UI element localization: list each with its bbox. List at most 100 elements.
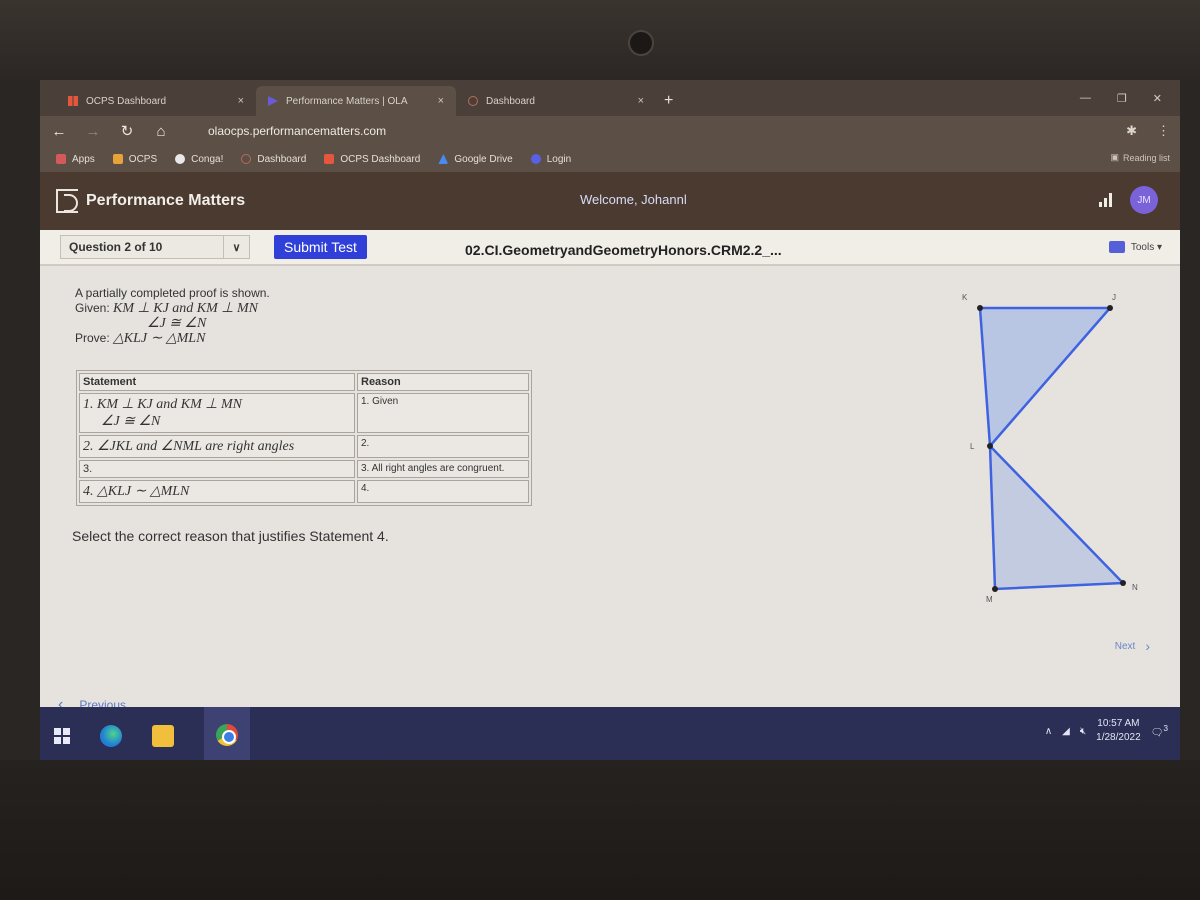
laptop-bezel-bottom: [0, 760, 1200, 900]
user-avatar[interactable]: JM: [1130, 186, 1158, 214]
windows-start-icon[interactable]: [54, 728, 70, 744]
show-hidden-icons-icon[interactable]: ∧: [1045, 726, 1052, 737]
label-l: L: [970, 442, 975, 451]
laptop-bezel-top: [0, 0, 1200, 80]
instruction-text: Select the correct reason that justifies…: [72, 528, 389, 544]
menu-icon[interactable]: ⋮: [1157, 123, 1170, 139]
tab-performance-matters[interactable]: Performance Matters | OLA ×: [256, 86, 456, 116]
proof-row: 3. 3. All right angles are congruent.: [79, 460, 529, 478]
chrome-taskbar-item[interactable]: [204, 707, 250, 765]
bookmark-google-drive[interactable]: Google Drive: [438, 153, 513, 165]
chevron-right-icon: ›: [1145, 638, 1150, 654]
close-tab-icon[interactable]: ×: [638, 95, 644, 107]
label-m: M: [986, 595, 993, 604]
screen: OCPS Dashboard × Performance Matters | O…: [40, 80, 1180, 765]
tab-ocps-dashboard[interactable]: OCPS Dashboard ×: [56, 86, 256, 116]
given-label: Given:: [75, 301, 110, 315]
next-button[interactable]: Next ›: [1115, 638, 1150, 654]
wifi-icon[interactable]: ◢: [1062, 726, 1070, 737]
address-bar[interactable]: olaocps.performancematters.com: [186, 120, 1110, 142]
proof-table-header: Statement Reason: [79, 373, 529, 391]
home-icon[interactable]: ⌂: [152, 123, 170, 140]
label-k: K: [962, 293, 968, 302]
welcome-message: Welcome, Johannl: [580, 192, 687, 207]
brand-name: Performance Matters: [86, 192, 246, 209]
proof-row: 4. △KLJ ∼ △MLN 4.: [79, 480, 529, 503]
bookmark-label: Apps: [72, 153, 95, 165]
webcam: [628, 30, 654, 56]
tab-label: OCPS Dashboard: [86, 95, 167, 107]
reason-cell: 1. Given: [357, 393, 529, 433]
reason-cell: 3. All right angles are congruent.: [357, 460, 529, 478]
bookmark-label: Login: [546, 153, 572, 165]
tab-dashboard[interactable]: Dashboard ×: [456, 86, 656, 116]
label-n: N: [1132, 583, 1138, 592]
chrome-icon: [216, 723, 238, 746]
bookmark-conga[interactable]: Conga!: [175, 154, 223, 165]
grid-icon: [68, 96, 78, 106]
tools-label: Tools ▾: [1130, 241, 1162, 253]
statement-subtext: ∠J ≅ ∠N: [101, 414, 161, 429]
prove-statement: △KLJ ∼ △MLN: [113, 331, 206, 346]
extensions-icon[interactable]: ✱: [1126, 123, 1137, 139]
signal-bars-icon[interactable]: [1099, 193, 1112, 207]
clock-date: 1/28/2022: [1096, 732, 1141, 743]
reload-icon[interactable]: ↻: [118, 122, 136, 140]
bookmark-login[interactable]: Login: [530, 153, 572, 165]
tools-menu[interactable]: Tools ▾: [1108, 241, 1162, 253]
minimize-icon[interactable]: —: [1080, 92, 1091, 105]
app-logo: Performance Matters: [56, 189, 245, 213]
submit-test-button[interactable]: Submit Test: [274, 235, 367, 259]
statement-header: Statement: [79, 373, 355, 391]
login-icon: [530, 154, 541, 164]
question-nav-bar: Question 2 of 10 ∨ Submit Test 02.CI.Geo…: [40, 230, 1180, 266]
proof-row: 2. ∠JKL and ∠NML are right angles 2.: [79, 435, 529, 458]
new-tab-button[interactable]: +: [664, 92, 673, 110]
bookmark-apps[interactable]: Apps: [56, 154, 95, 165]
back-icon[interactable]: ←: [50, 123, 68, 140]
geometry-diagram: K J L M N: [962, 293, 1138, 604]
reason-header: Reason: [357, 373, 529, 391]
label-j: J: [1112, 293, 1116, 302]
given-angles: ∠J ≅ ∠N: [147, 316, 207, 331]
given-line: Given: KM ⊥ KJ and KM ⊥ MN: [75, 301, 270, 316]
globe-icon: [175, 154, 186, 164]
bookmark-label: Conga!: [191, 153, 224, 165]
statement-cell: 2. ∠JKL and ∠NML are right angles: [79, 435, 355, 458]
apps-grid-icon: [56, 154, 66, 164]
prove-label: Prove:: [75, 331, 110, 345]
close-tab-icon[interactable]: ×: [438, 95, 444, 107]
edge-browser-icon[interactable]: [100, 725, 122, 747]
reading-list-label: Reading list: [1122, 152, 1170, 163]
close-window-icon[interactable]: ✕: [1153, 92, 1162, 105]
statement-text: 1. KM ⊥ KJ and KM ⊥ MN: [83, 397, 242, 412]
reading-list-button[interactable]: ▣ Reading list: [1110, 152, 1170, 163]
file-explorer-icon[interactable]: [152, 725, 174, 747]
question-selector-label: Question 2 of 10: [69, 240, 163, 254]
close-tab-icon[interactable]: ×: [238, 95, 244, 107]
system-clock[interactable]: 10:57 AM 1/28/2022: [1096, 717, 1141, 745]
app-header: Performance Matters Welcome, Johannl JM: [40, 172, 1180, 230]
performance-matters-logo-icon: [56, 189, 78, 213]
question-content: A partially completed proof is shown. Gi…: [40, 266, 1180, 713]
notifications-icon[interactable]: 🗨︎3: [1151, 723, 1168, 738]
bookmark-dashboard[interactable]: Dashboard: [241, 154, 306, 165]
bookmark-ocps[interactable]: OCPS: [112, 154, 157, 165]
volume-muted-icon[interactable]: 🔇︎: [1080, 726, 1086, 737]
test-title: 02.CI.GeometryandGeometryHonors.CRM2.2_.…: [465, 242, 782, 258]
question-selector[interactable]: Question 2 of 10 ∨: [60, 235, 250, 259]
question-prompt: A partially completed proof is shown. Gi…: [75, 286, 270, 346]
next-label: Next: [1114, 640, 1136, 652]
bookmark-label: Dashboard: [257, 153, 307, 165]
prompt-intro: A partially completed proof is shown.: [75, 286, 270, 300]
reason-cell: 4.: [357, 480, 529, 503]
maximize-icon[interactable]: ❐: [1117, 92, 1127, 105]
clock-time: 10:57 AM: [1097, 718, 1140, 729]
bookmark-ocps-dashboard[interactable]: OCPS Dashboard: [324, 154, 420, 165]
forward-icon[interactable]: →: [84, 123, 102, 140]
system-tray: ∧ ◢ 🔇︎ 10:57 AM 1/28/2022 🗨︎3: [1045, 717, 1168, 745]
proof-row: 1. KM ⊥ KJ and KM ⊥ MN ∠J ≅ ∠N 1. Given: [79, 393, 529, 433]
bookmark-label: Google Drive: [454, 153, 513, 165]
bookmark-label: OCPS Dashboard: [340, 153, 421, 165]
statement-cell: 3.: [79, 460, 355, 478]
